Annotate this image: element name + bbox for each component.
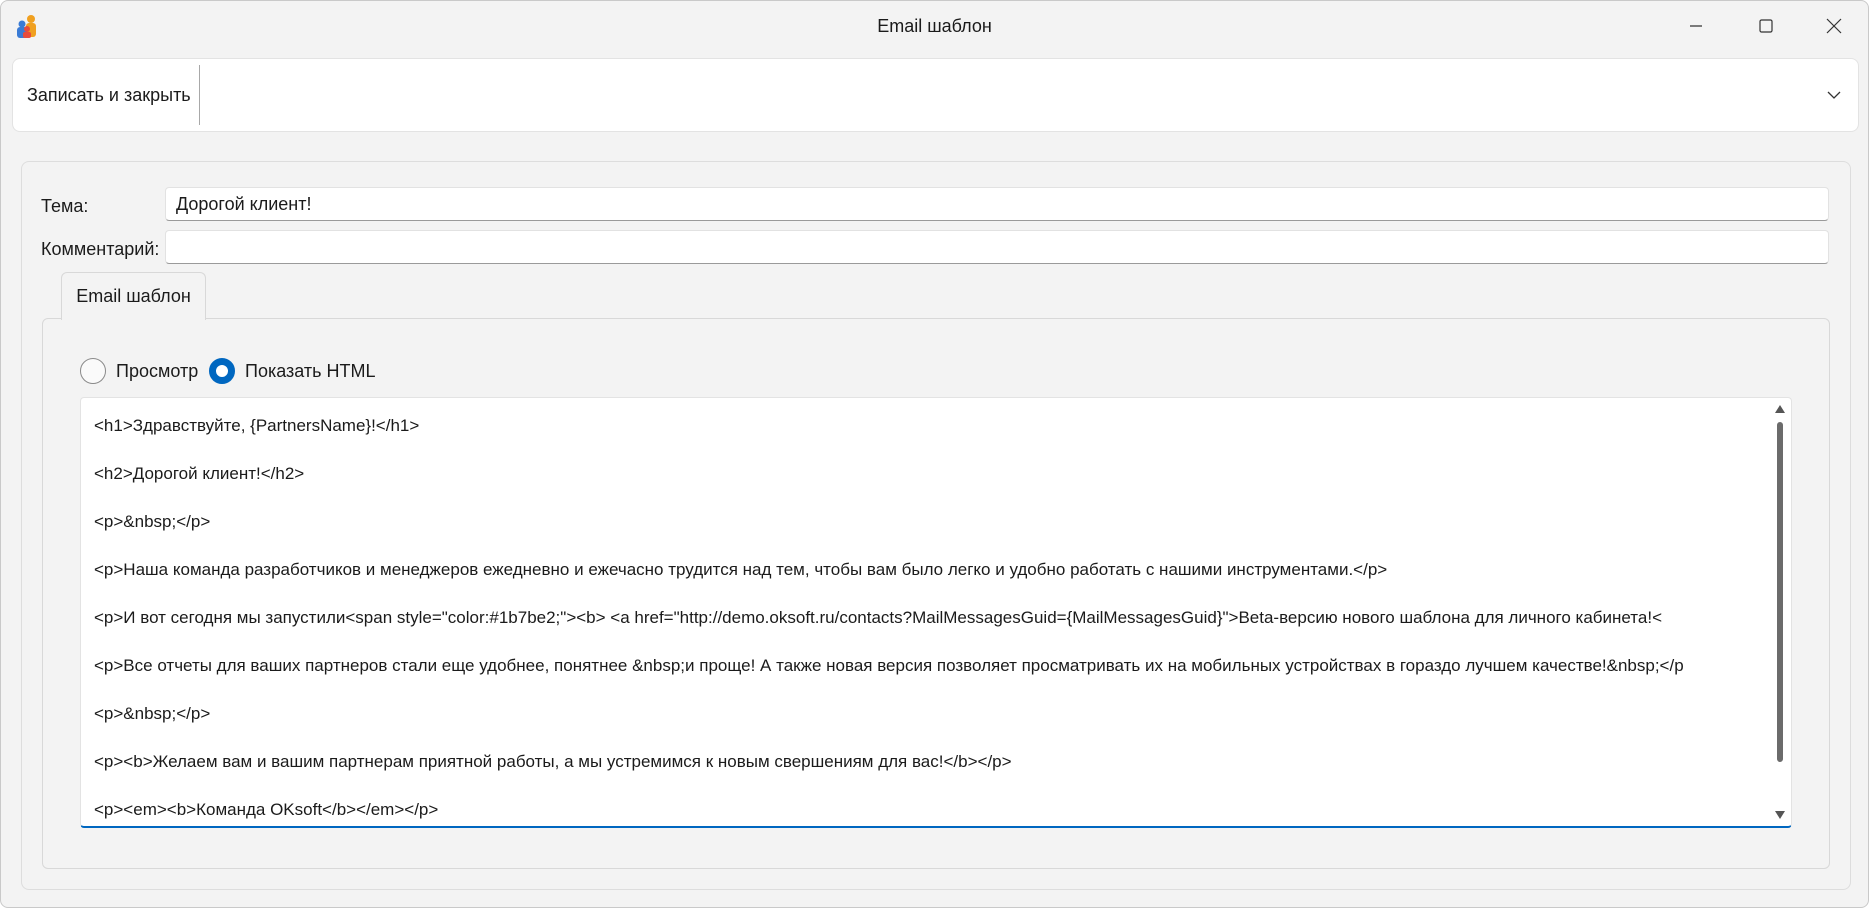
code-line: <p>Все отчеты для ваших партнеров стали … [94,656,1684,675]
minimize-icon [1690,25,1702,27]
code-line: <p>Наша команда разработчиков и менеджер… [94,560,1388,579]
scroll-up-arrow-icon[interactable] [1774,404,1786,414]
email-template-window: Email шаблон Записать и закрыть Тема: Ко… [0,0,1869,908]
maximize-button[interactable] [1743,9,1789,43]
code-line: <p>&nbsp;</p> [94,704,211,723]
code-line: <h2>Дорогой клиент!</h2> [94,464,305,483]
close-button[interactable] [1811,9,1857,43]
radio-show-html-circle[interactable] [209,358,235,384]
save-and-close-button[interactable]: Записать и закрыть [13,59,205,131]
radio-preview-label: Просмотр [116,360,199,381]
command-bar-separator [199,65,200,125]
command-bar: Записать и закрыть [12,58,1859,132]
maximize-icon [1759,19,1773,33]
subject-field[interactable] [165,187,1829,221]
vertical-scrollbar-thumb[interactable] [1777,422,1783,762]
code-line: <p>&nbsp;</p> [94,512,211,531]
chevron-down-icon[interactable] [1824,85,1844,105]
radio-preview[interactable]: Просмотр [80,358,198,384]
minimize-button[interactable] [1673,9,1719,43]
code-line: <p>И вот сегодня мы запустили<span style… [94,608,1663,627]
window-title: Email шаблон [877,16,992,36]
close-icon [1826,18,1842,34]
radio-show-html[interactable]: Показать HTML [209,358,376,384]
html-code[interactable]: <h1>Здравствуйте, {PartnersName}!</h1> <… [94,416,1767,826]
comment-field[interactable] [165,230,1829,264]
code-line: <h1>Здравствуйте, {PartnersName}!</h1> [94,416,420,435]
html-editor[interactable]: <h1>Здравствуйте, {PartnersName}!</h1> <… [80,397,1792,828]
scroll-down-arrow-icon[interactable] [1774,810,1786,820]
code-line: <p><b>Желаем вам и вашим партнерам прият… [94,752,1012,771]
code-line: <p><em><b>Команда OKsoft</b></em></p> [94,800,439,819]
subject-label: Тема: [41,196,89,216]
radio-preview-circle[interactable] [80,358,106,384]
radio-show-html-label: Показать HTML [245,360,376,381]
comment-label: Комментарий: [41,239,160,259]
title-bar: Email шаблон [1,1,1868,51]
tab-email-template[interactable]: Email шаблон [61,272,206,320]
